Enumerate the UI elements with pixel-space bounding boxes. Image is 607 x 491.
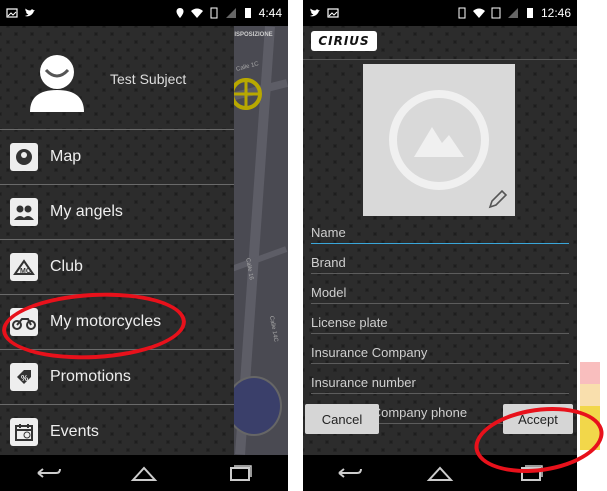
- data-icon: [491, 7, 501, 19]
- menu-label: Events: [50, 423, 99, 440]
- signal-icon: [225, 8, 236, 18]
- home-icon[interactable]: [426, 463, 454, 483]
- promotions-icon: %: [10, 363, 38, 391]
- twitter-icon: [25, 8, 35, 17]
- motorcycle-form: CIRIUS Name Brand Model License plate In…: [303, 26, 577, 455]
- vibrate-icon: [210, 7, 218, 19]
- status-bar: 4:44: [0, 0, 288, 26]
- menu-item-events[interactable]: Events: [0, 404, 234, 459]
- system-nav-bar: [0, 455, 288, 491]
- recents-icon[interactable]: [226, 463, 254, 483]
- decorative-color-strip: [580, 362, 600, 384]
- edit-pencil-icon[interactable]: [487, 188, 509, 210]
- app-logo: CIRIUS: [311, 31, 377, 51]
- map-street-label: Calle 1C: [235, 61, 260, 73]
- decorative-color-strip: [580, 384, 600, 406]
- status-bar: 12:46: [303, 0, 577, 26]
- insurance-company-field[interactable]: Insurance Company: [311, 336, 569, 364]
- phone-left-screen: 4:44 DISPOSIZIONE Calle 1C Calle 16 Call…: [0, 0, 288, 491]
- image-notification-icon: [6, 8, 18, 18]
- menu-item-map[interactable]: Map: [0, 129, 234, 184]
- angels-icon: [10, 198, 38, 226]
- menu-label: Promotions: [50, 368, 131, 385]
- svg-text:%: %: [21, 374, 28, 383]
- image-placeholder-icon: [389, 90, 489, 190]
- menu-item-club[interactable]: MC Club: [0, 239, 234, 294]
- status-time: 12:46: [540, 6, 571, 20]
- menu-item-my-angels[interactable]: My angels: [0, 184, 234, 239]
- map-banner: DISPOSIZIONE: [230, 32, 273, 38]
- image-notification-icon: [327, 8, 339, 18]
- wifi-icon: [472, 8, 485, 18]
- menu-label: Club: [50, 258, 83, 275]
- menu-label: Map: [50, 148, 82, 165]
- status-time: 4:44: [258, 6, 282, 20]
- back-icon[interactable]: [34, 463, 62, 483]
- cancel-button[interactable]: Cancel: [305, 404, 379, 434]
- location-icon: [176, 8, 184, 18]
- license-plate-field[interactable]: License plate: [311, 306, 569, 334]
- club-icon: MC: [10, 253, 38, 281]
- battery-icon: [526, 8, 533, 18]
- photo-picker[interactable]: [363, 64, 515, 216]
- navigation-drawer: Test Subject Map My angels MC Club My mo…: [0, 26, 234, 455]
- map-background: DISPOSIZIONE Calle 1C Calle 16 Calle 14C: [226, 26, 288, 455]
- name-field[interactable]: Name: [311, 216, 569, 244]
- back-icon[interactable]: [335, 463, 363, 483]
- map-icon: [10, 143, 38, 171]
- profile-name: Test Subject: [110, 71, 187, 87]
- twitter-icon: [310, 8, 320, 17]
- events-icon: [10, 418, 38, 446]
- map-street-label: Calle 14C: [267, 315, 279, 343]
- wifi-icon: [190, 8, 203, 18]
- avatar-icon: [30, 55, 84, 112]
- header-divider: [303, 59, 577, 60]
- vibrate-icon: [458, 7, 466, 19]
- brand-field[interactable]: Brand: [311, 246, 569, 274]
- menu-label: My angels: [50, 203, 123, 220]
- insurance-number-field[interactable]: Insurance number: [311, 366, 569, 394]
- svg-text:MC: MC: [20, 268, 31, 275]
- model-field[interactable]: Model: [311, 276, 569, 304]
- battery-icon: [244, 8, 251, 18]
- profile-header[interactable]: Test Subject: [0, 26, 234, 126]
- home-icon[interactable]: [130, 463, 158, 483]
- signal-icon: [507, 8, 518, 18]
- map-badge: [226, 376, 282, 436]
- menu-item-promotions[interactable]: % Promotions: [0, 349, 234, 404]
